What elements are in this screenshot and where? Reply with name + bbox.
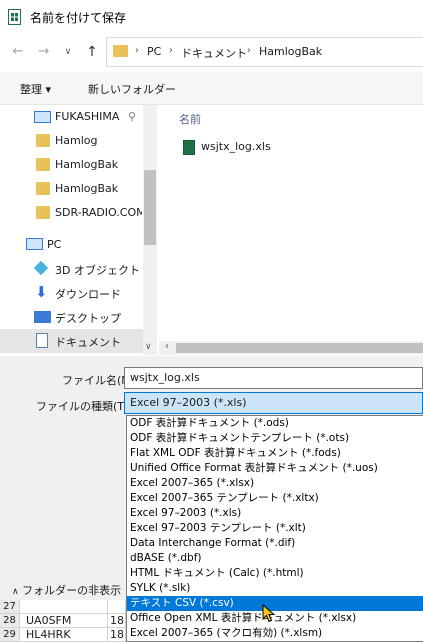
filetype-option[interactable]: SYLK (*.slk)	[127, 581, 423, 596]
sidebar-item-3d-objects[interactable]: 3D オブジェクト	[0, 257, 142, 281]
breadcrumb-hamlogbak[interactable]: HamlogBak	[259, 45, 322, 58]
sidebar-item-label: HamlogBak	[55, 158, 119, 171]
sheet-cell: UA0SFM	[20, 614, 108, 628]
download-icon: ⬇	[35, 283, 48, 301]
chevron-right-icon: ›	[247, 45, 251, 56]
filetype-select[interactable]: Excel 97–2003 (*.xls)	[124, 392, 423, 414]
sidebar-item-label: ドキュメント	[55, 336, 121, 349]
sheet-cell: 18	[108, 614, 126, 628]
toolbar: 整理 ▾ 新しいフォルダー	[0, 72, 423, 105]
filetype-option[interactable]: Excel 97–2003 テンプレート (*.xlt)	[127, 521, 423, 536]
chevron-down-icon[interactable]: ∨	[145, 342, 152, 352]
arrow-left-icon[interactable]: ←	[10, 44, 26, 60]
folder-icon	[113, 45, 128, 57]
filetype-option[interactable]: HTML ドキュメント (Calc) (*.html)	[127, 566, 423, 581]
organize-button[interactable]: 整理 ▾	[20, 81, 51, 97]
sidebar-item-sdr-radio[interactable]: SDR-RADIO.COM	[0, 201, 142, 225]
sheet-cell	[108, 600, 126, 614]
file-list: 名前 wsjtx_log.xls	[159, 105, 423, 341]
breadcrumb-pc[interactable]: PC	[147, 45, 161, 58]
filetype-option[interactable]: dBASE (*.dbf)	[127, 551, 423, 566]
chevron-up-icon: ∧	[12, 587, 19, 597]
sidebar-item-pc[interactable]: PC	[0, 233, 142, 257]
sheet-cell: HL4HRK	[20, 628, 108, 642]
sidebar-item-desktop[interactable]: デスクトップ	[0, 305, 142, 329]
sidebar-item-label: HamlogBak	[55, 182, 119, 195]
3d-objects-icon	[33, 260, 49, 276]
window-title: 名前を付けて保存	[30, 11, 127, 25]
pin-icon[interactable]: ⚲	[128, 110, 136, 123]
sidebar-item-label: SDR-RADIO.COM	[55, 206, 142, 219]
hide-folders-toggle[interactable]: ∧ フォルダーの非表示	[12, 582, 121, 598]
folder-icon	[36, 182, 50, 195]
breadcrumb-documents[interactable]: ドキュメント	[181, 45, 247, 61]
sidebar-item-label: デスクトップ	[55, 312, 121, 325]
sidebar-item-label: FUKASHIMA	[55, 110, 120, 123]
sidebar-item-documents[interactable]: ドキュメント	[0, 329, 143, 353]
row-number: 29	[0, 628, 20, 642]
address-bar[interactable]: › PC › ドキュメント › HamlogBak	[106, 37, 423, 67]
spreadsheet-icon	[8, 9, 21, 25]
title-bar: 名前を付けて保存	[0, 0, 423, 34]
sidebar-item-label: ダウンロード	[55, 288, 121, 301]
sheet-cell: 18	[108, 628, 126, 642]
hide-folders-label: フォルダーの非表示	[22, 584, 122, 597]
filename-input[interactable]: wsjtx_log.xls	[124, 367, 423, 389]
sidebar-item-label: PC	[47, 238, 62, 251]
filetype-option[interactable]: Excel 2007–365 (マクロ有効) (*.xlsm)	[127, 626, 423, 641]
filetype-option[interactable]: Flat XML ODF 表計算ドキュメント (*.fods)	[127, 446, 423, 461]
background-spreadsheet: 27 28 UA0SFM 18 29 HL4HRK 18	[0, 600, 126, 642]
sidebar-item-hamlogbak[interactable]: HamlogBak	[0, 153, 142, 177]
folder-icon	[36, 158, 50, 171]
arrow-up-icon[interactable]: ↑	[84, 44, 100, 60]
documents-icon	[36, 333, 48, 348]
filetype-option[interactable]: Excel 2007–365 テンプレート (*.xltx)	[127, 491, 423, 506]
sidebar-item-fukashima[interactable]: FUKASHIMA ⚲	[0, 105, 142, 129]
folder-icon	[36, 134, 50, 147]
excel-file-icon	[183, 140, 195, 155]
filetype-option[interactable]: Data Interchange Format (*.dif)	[127, 536, 423, 551]
sidebar-item-label: Hamlog	[55, 134, 98, 147]
navigation-pane: FUKASHIMA ⚲ Hamlog HamlogBak HamlogBak S…	[0, 105, 158, 355]
arrow-right-icon[interactable]: →	[36, 44, 52, 60]
horizontal-scrollbar-thumb[interactable]	[176, 343, 423, 353]
chevron-down-icon[interactable]: ∨	[60, 44, 76, 60]
file-item[interactable]: wsjtx_log.xls	[201, 140, 271, 153]
new-folder-button[interactable]: 新しいフォルダー	[88, 81, 176, 97]
sidebar-item-label: 3D オブジェクト	[55, 264, 140, 277]
sidebar-item-hamlog[interactable]: Hamlog	[0, 129, 142, 153]
filetype-option[interactable]: ODF 表計算ドキュメントテンプレート (*.ots)	[127, 431, 423, 446]
sheet-cell	[20, 600, 108, 614]
sidebar-item-hamlogbak-2[interactable]: HamlogBak	[0, 177, 142, 201]
desktop-icon	[34, 311, 51, 323]
desktop-icon	[34, 111, 51, 123]
pc-icon	[26, 238, 43, 250]
filetype-option[interactable]: Excel 2007–365 (*.xlsx)	[127, 476, 423, 491]
sidebar-item-downloads[interactable]: ⬇ ダウンロード	[0, 281, 142, 305]
folder-icon	[36, 206, 50, 219]
filetype-option[interactable]: Unified Office Format 表計算ドキュメント (*.uos)	[127, 461, 423, 476]
sidebar-scrollbar-thumb[interactable]	[144, 170, 156, 245]
filetype-label: ファイルの種類(T):	[36, 400, 133, 413]
row-number: 28	[0, 614, 20, 628]
chevron-right-icon: ›	[169, 45, 173, 56]
column-header-name[interactable]: 名前	[179, 111, 201, 127]
filetype-option[interactable]: Excel 97–2003 (*.xls)	[127, 506, 423, 521]
chevron-right-icon: ›	[135, 45, 139, 56]
filetype-option[interactable]: ODF 表計算ドキュメント (*.ods)	[127, 416, 423, 431]
row-number: 27	[0, 600, 20, 614]
navigation-bar: ← → ∨ ↑ › PC › ドキュメント › HamlogBak	[0, 34, 423, 70]
mouse-pointer-icon	[262, 604, 276, 623]
chevron-left-icon[interactable]: ‹	[165, 341, 169, 352]
